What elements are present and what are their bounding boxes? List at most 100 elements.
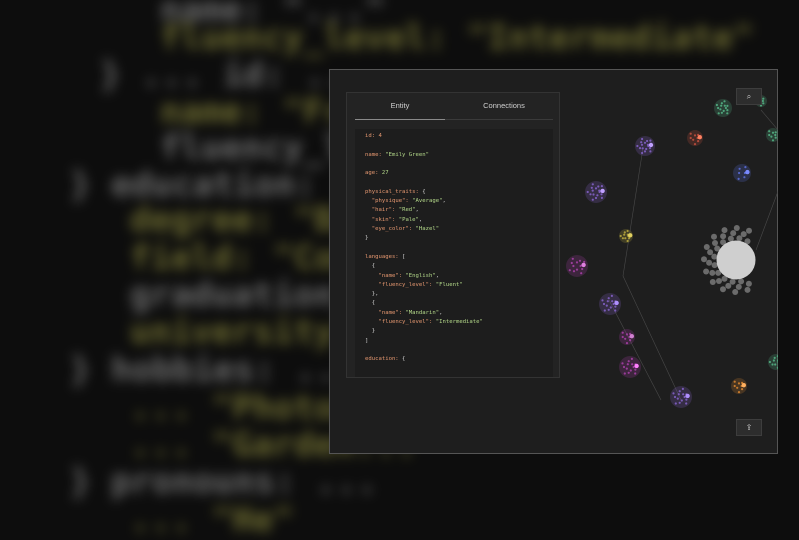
- graph-node[interactable]: [627, 360, 630, 363]
- graph-node[interactable]: [610, 294, 613, 297]
- graph-node[interactable]: [643, 150, 647, 153]
- graph-node[interactable]: [626, 363, 629, 366]
- graph-node[interactable]: [722, 109, 725, 112]
- graph-node[interactable]: [607, 308, 610, 311]
- graph-node[interactable]: [673, 395, 677, 399]
- graph-node[interactable]: [701, 256, 707, 263]
- tab-entity[interactable]: Entity: [355, 101, 445, 120]
- graph-node[interactable]: [720, 286, 726, 293]
- graph-node[interactable]: [623, 233, 626, 236]
- graph-node[interactable]: [586, 190, 589, 194]
- graph-node[interactable]: [621, 335, 624, 339]
- graph-node[interactable]: [568, 269, 571, 272]
- graph-node[interactable]: [629, 334, 634, 339]
- graph-node[interactable]: [677, 393, 680, 396]
- graph-node[interactable]: [598, 189, 601, 192]
- graph-node[interactable]: [649, 139, 652, 142]
- graph-node[interactable]: [602, 302, 606, 306]
- graph-node[interactable]: [682, 393, 685, 396]
- graph-node[interactable]: [716, 278, 722, 284]
- graph-node[interactable]: [638, 147, 642, 150]
- graph-node[interactable]: [744, 166, 747, 169]
- graph-node[interactable]: [640, 143, 644, 146]
- graph-node-selected[interactable]: [716, 240, 756, 280]
- graph-node[interactable]: [736, 386, 739, 389]
- graph-node[interactable]: [597, 185, 600, 188]
- graph-node[interactable]: [625, 342, 629, 345]
- graph-node[interactable]: [697, 140, 700, 143]
- graph-node[interactable]: [741, 388, 744, 391]
- graph-node[interactable]: [636, 144, 639, 148]
- graph-node[interactable]: [572, 264, 575, 268]
- graph-canvas[interactable]: [561, 70, 778, 453]
- graph-node[interactable]: [607, 297, 610, 300]
- graph-node[interactable]: [590, 186, 593, 189]
- graph-node[interactable]: [621, 237, 624, 240]
- graph-node[interactable]: [689, 132, 692, 135]
- graph-node[interactable]: [745, 169, 750, 175]
- graph-node[interactable]: [646, 143, 650, 146]
- graph-node[interactable]: [596, 194, 599, 197]
- graph-node[interactable]: [772, 359, 775, 362]
- graph-node[interactable]: [707, 249, 714, 256]
- graph-node[interactable]: [632, 365, 635, 369]
- graph-node[interactable]: [726, 109, 729, 112]
- graph-node[interactable]: [706, 259, 713, 266]
- graph-node[interactable]: [628, 233, 633, 238]
- graph-node[interactable]: [591, 198, 594, 201]
- graph-node[interactable]: [578, 259, 582, 262]
- graph-node[interactable]: [685, 393, 690, 399]
- graph-node[interactable]: [733, 384, 736, 388]
- graph-node[interactable]: [719, 108, 722, 111]
- graph-node[interactable]: [727, 235, 734, 242]
- graph-node[interactable]: [581, 267, 584, 271]
- graph-node[interactable]: [609, 306, 612, 309]
- graph-node[interactable]: [575, 268, 579, 271]
- graph-node[interactable]: [600, 196, 603, 199]
- graph-node[interactable]: [720, 102, 723, 105]
- cluster-green[interactable]: [714, 99, 732, 117]
- graph-node[interactable]: [715, 103, 718, 107]
- graph-node[interactable]: [575, 261, 579, 264]
- export-button[interactable]: ⇪: [736, 419, 762, 436]
- graph-node[interactable]: [703, 268, 710, 275]
- tab-connections[interactable]: Connections: [455, 101, 553, 110]
- graph-node[interactable]: [736, 235, 743, 242]
- graph-node[interactable]: [641, 151, 644, 155]
- graph-node[interactable]: [674, 402, 677, 405]
- graph-node[interactable]: [726, 112, 729, 115]
- graph-node[interactable]: [621, 331, 624, 334]
- graph-node[interactable]: [622, 365, 626, 369]
- graph-node[interactable]: [724, 106, 727, 110]
- graph-node[interactable]: [645, 147, 648, 151]
- graph-node[interactable]: [624, 237, 627, 240]
- graph-node[interactable]: [570, 261, 573, 265]
- graph-node[interactable]: [735, 283, 742, 290]
- graph-node[interactable]: [740, 231, 747, 238]
- graph-node[interactable]: [743, 176, 746, 179]
- graph-node[interactable]: [621, 362, 624, 365]
- graph-node[interactable]: [629, 369, 632, 372]
- graph-node[interactable]: [768, 130, 771, 133]
- graph-node[interactable]: [737, 177, 740, 180]
- graph-node[interactable]: [600, 188, 605, 194]
- graph-node[interactable]: [720, 233, 727, 240]
- graph-node[interactable]: [723, 104, 726, 107]
- graph-node[interactable]: [733, 380, 736, 383]
- graph-node[interactable]: [625, 367, 628, 370]
- graph-node[interactable]: [631, 363, 634, 366]
- graph-node[interactable]: [594, 196, 598, 200]
- graph-node[interactable]: [648, 142, 654, 148]
- graph-node[interactable]: [624, 337, 627, 340]
- graph-node[interactable]: [579, 264, 582, 268]
- graph-node[interactable]: [717, 112, 720, 115]
- graph-node[interactable]: [737, 391, 741, 394]
- graph-node[interactable]: [614, 309, 617, 312]
- graph-node[interactable]: [612, 302, 615, 306]
- graph-node[interactable]: [625, 333, 629, 336]
- graph-node[interactable]: [774, 131, 777, 134]
- graph-node[interactable]: [614, 305, 617, 308]
- graph-node[interactable]: [703, 244, 710, 250]
- graph-node[interactable]: [614, 300, 619, 306]
- graph-node[interactable]: [717, 106, 720, 110]
